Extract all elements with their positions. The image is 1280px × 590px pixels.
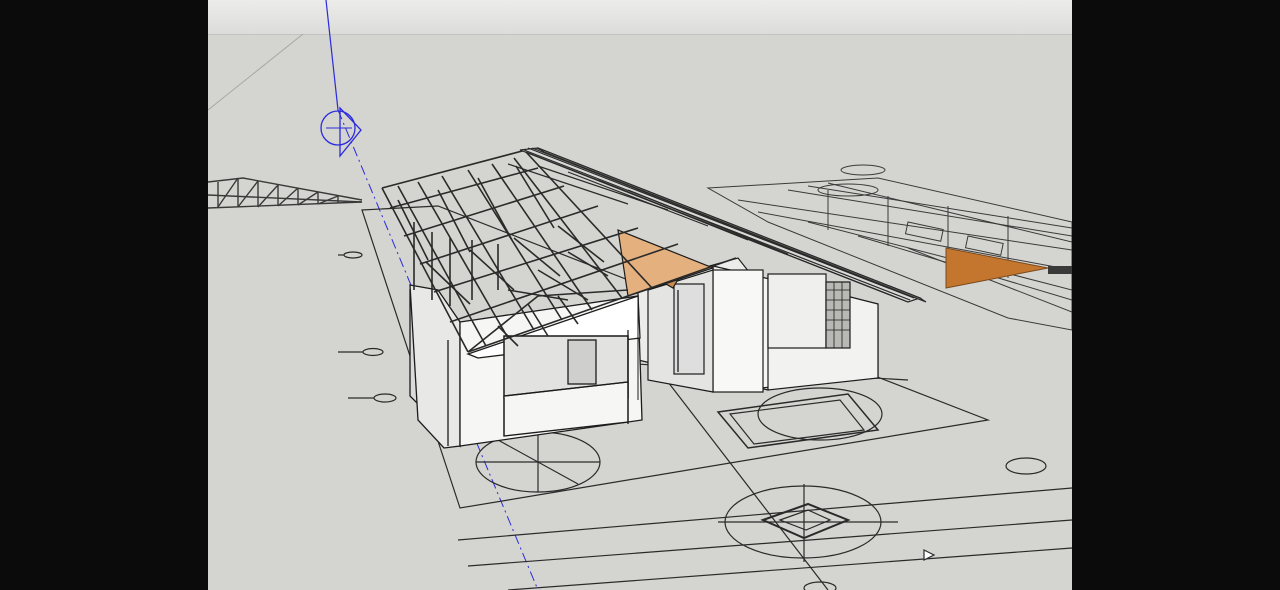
- ground-edge-line: [208, 33, 304, 111]
- letterbox-left: [0, 0, 208, 590]
- house-front-wing[interactable]: [409, 284, 679, 449]
- section-plane-icon[interactable]: [320, 106, 362, 158]
- house-main-wing[interactable]: [617, 229, 879, 393]
- modeling-viewport[interactable]: [208, 0, 1072, 590]
- model-scene[interactable]: [208, 0, 1072, 590]
- letterbox-right: [1072, 0, 1280, 590]
- loose-truss[interactable]: [208, 177, 363, 209]
- section-cut-arrow[interactable]: [945, 247, 1072, 289]
